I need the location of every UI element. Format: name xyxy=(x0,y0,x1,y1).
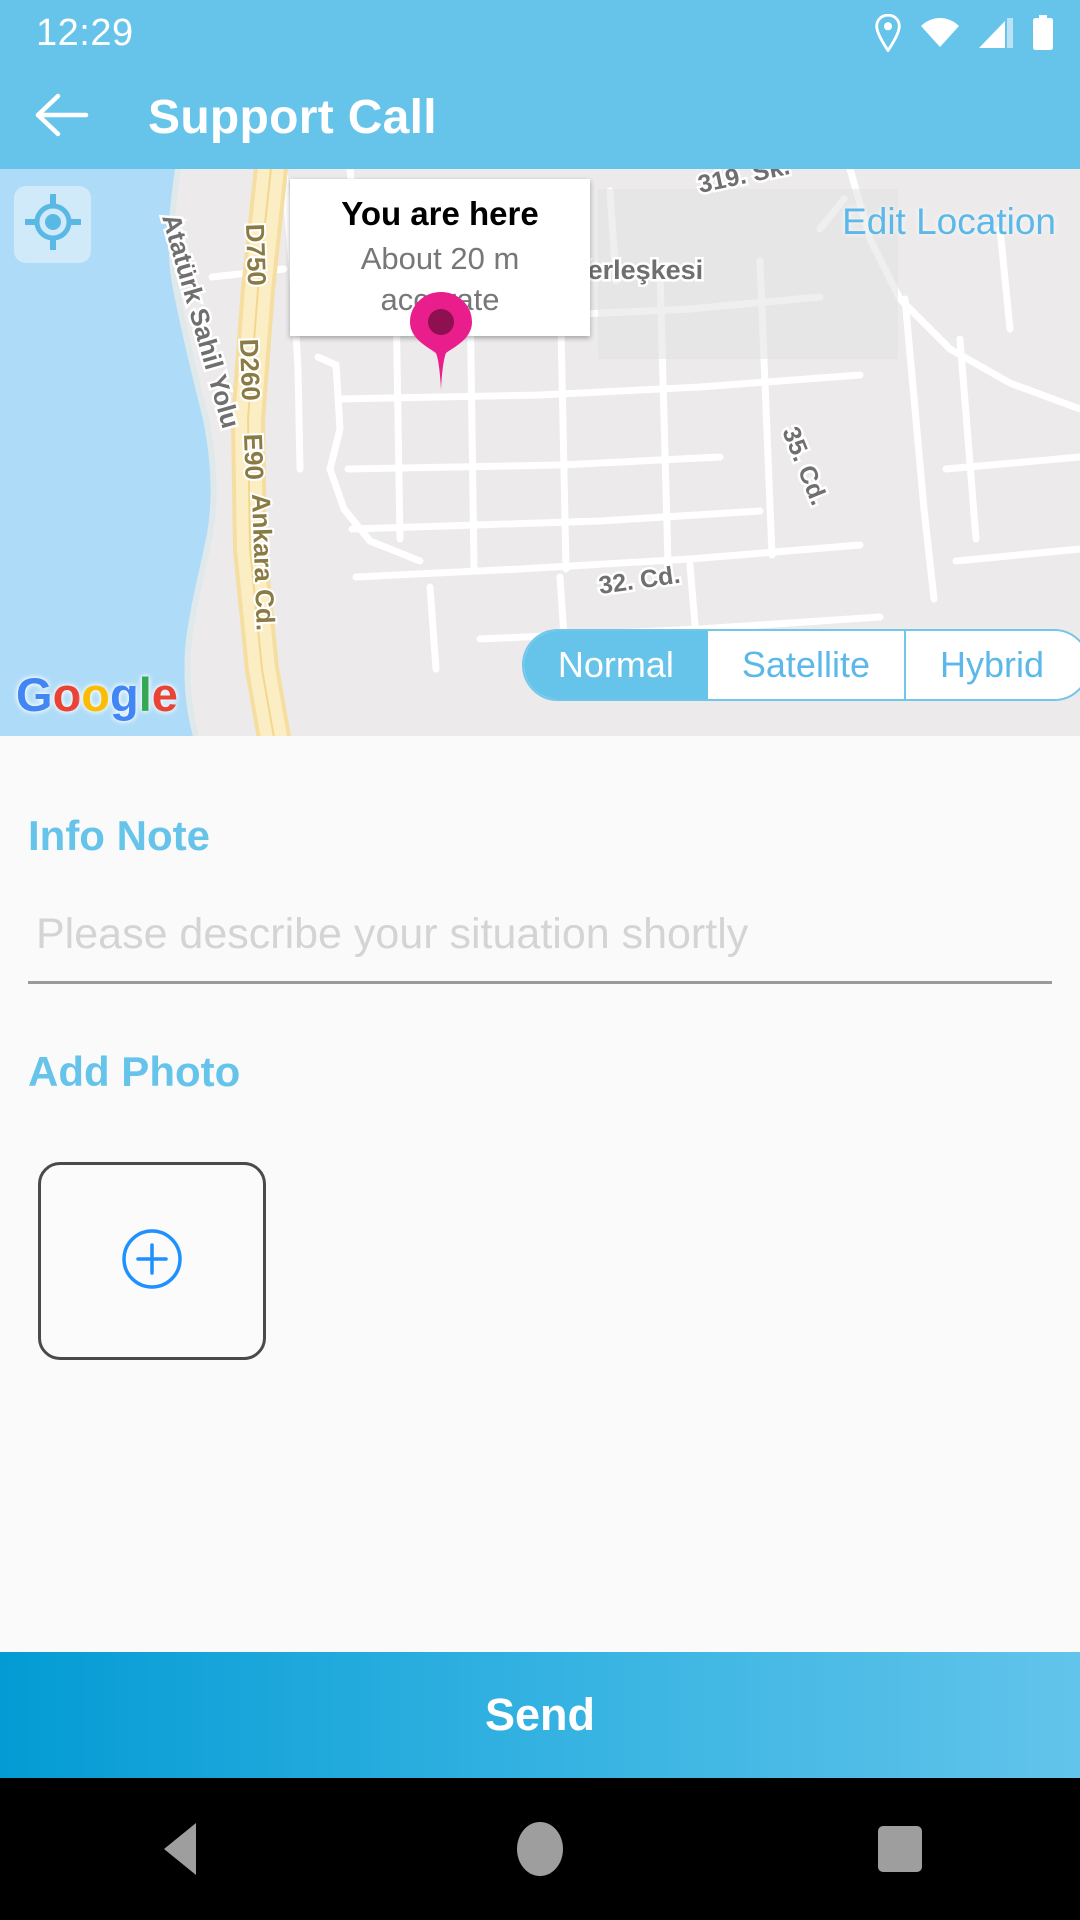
map-view[interactable]: x Atatürk Sahil Yolu D750 D260 E90 Ankar… xyxy=(0,169,1080,736)
google-logo-letter-4: g xyxy=(110,668,139,721)
cellular-signal-icon xyxy=(977,17,1015,49)
map-type-normal[interactable]: Normal xyxy=(523,631,708,699)
back-button[interactable] xyxy=(12,68,112,168)
info-window-title: You are here xyxy=(341,195,539,232)
send-button-label: Send xyxy=(484,1689,596,1740)
nav-home-icon xyxy=(517,1822,563,1876)
svg-text:D750: D750 xyxy=(240,223,272,286)
edit-location-link[interactable]: Edit Location xyxy=(842,201,1056,243)
svg-text:Ankara Cd.: Ankara Cd. xyxy=(246,493,281,631)
arrow-left-icon xyxy=(34,92,90,143)
add-photo-label: Add Photo xyxy=(28,1048,241,1095)
map-type-hybrid[interactable]: Hybrid xyxy=(905,631,1080,699)
nav-recents-icon xyxy=(878,1826,922,1872)
status-icon-group xyxy=(873,14,1054,52)
form-section: Info Note Add Photo xyxy=(0,736,1080,1652)
my-location-icon xyxy=(22,192,83,255)
location-marker[interactable] xyxy=(406,291,476,396)
map-type-satellite[interactable]: Satellite xyxy=(707,631,906,699)
svg-text:D260: D260 xyxy=(234,338,266,401)
info-note-field-wrapper xyxy=(28,860,1052,984)
add-photo-button[interactable] xyxy=(38,1162,266,1360)
google-logo-letter-6: e xyxy=(151,668,178,721)
my-location-button[interactable] xyxy=(14,186,91,263)
google-logo-letter-3: o xyxy=(81,668,110,721)
app-bar: Support Call xyxy=(0,66,1080,169)
status-bar: 12:29 xyxy=(0,0,1080,66)
nav-back-icon xyxy=(164,1823,196,1875)
send-button[interactable]: Send xyxy=(0,1652,1080,1778)
google-logo-letter-5: l xyxy=(138,668,152,721)
google-logo-letter-1: G xyxy=(16,668,53,721)
nav-recents-button[interactable] xyxy=(720,1778,1080,1920)
nav-back-button[interactable] xyxy=(0,1778,360,1920)
map-pin-icon xyxy=(406,292,476,395)
status-time: 12:29 xyxy=(36,11,134,54)
location-pin-icon xyxy=(873,14,903,52)
android-nav-bar xyxy=(0,1778,1080,1920)
info-note-input[interactable] xyxy=(28,910,1052,984)
app-screen: 12:29 Support Call Atatürk Sahil Yolu D7… xyxy=(0,0,1080,1920)
wifi-icon xyxy=(920,17,960,49)
battery-icon xyxy=(1032,15,1054,51)
info-note-label: Info Note xyxy=(28,812,210,859)
map-type-selector[interactable]: Normal Satellite Hybrid xyxy=(521,629,1080,701)
google-logo-letter-2: o xyxy=(52,668,82,721)
plus-circle-icon xyxy=(121,1228,183,1295)
google-logo: Google xyxy=(16,671,178,718)
nav-home-button[interactable] xyxy=(360,1778,720,1920)
page-title: Support Call xyxy=(148,91,437,144)
svg-text:E90: E90 xyxy=(238,433,270,480)
